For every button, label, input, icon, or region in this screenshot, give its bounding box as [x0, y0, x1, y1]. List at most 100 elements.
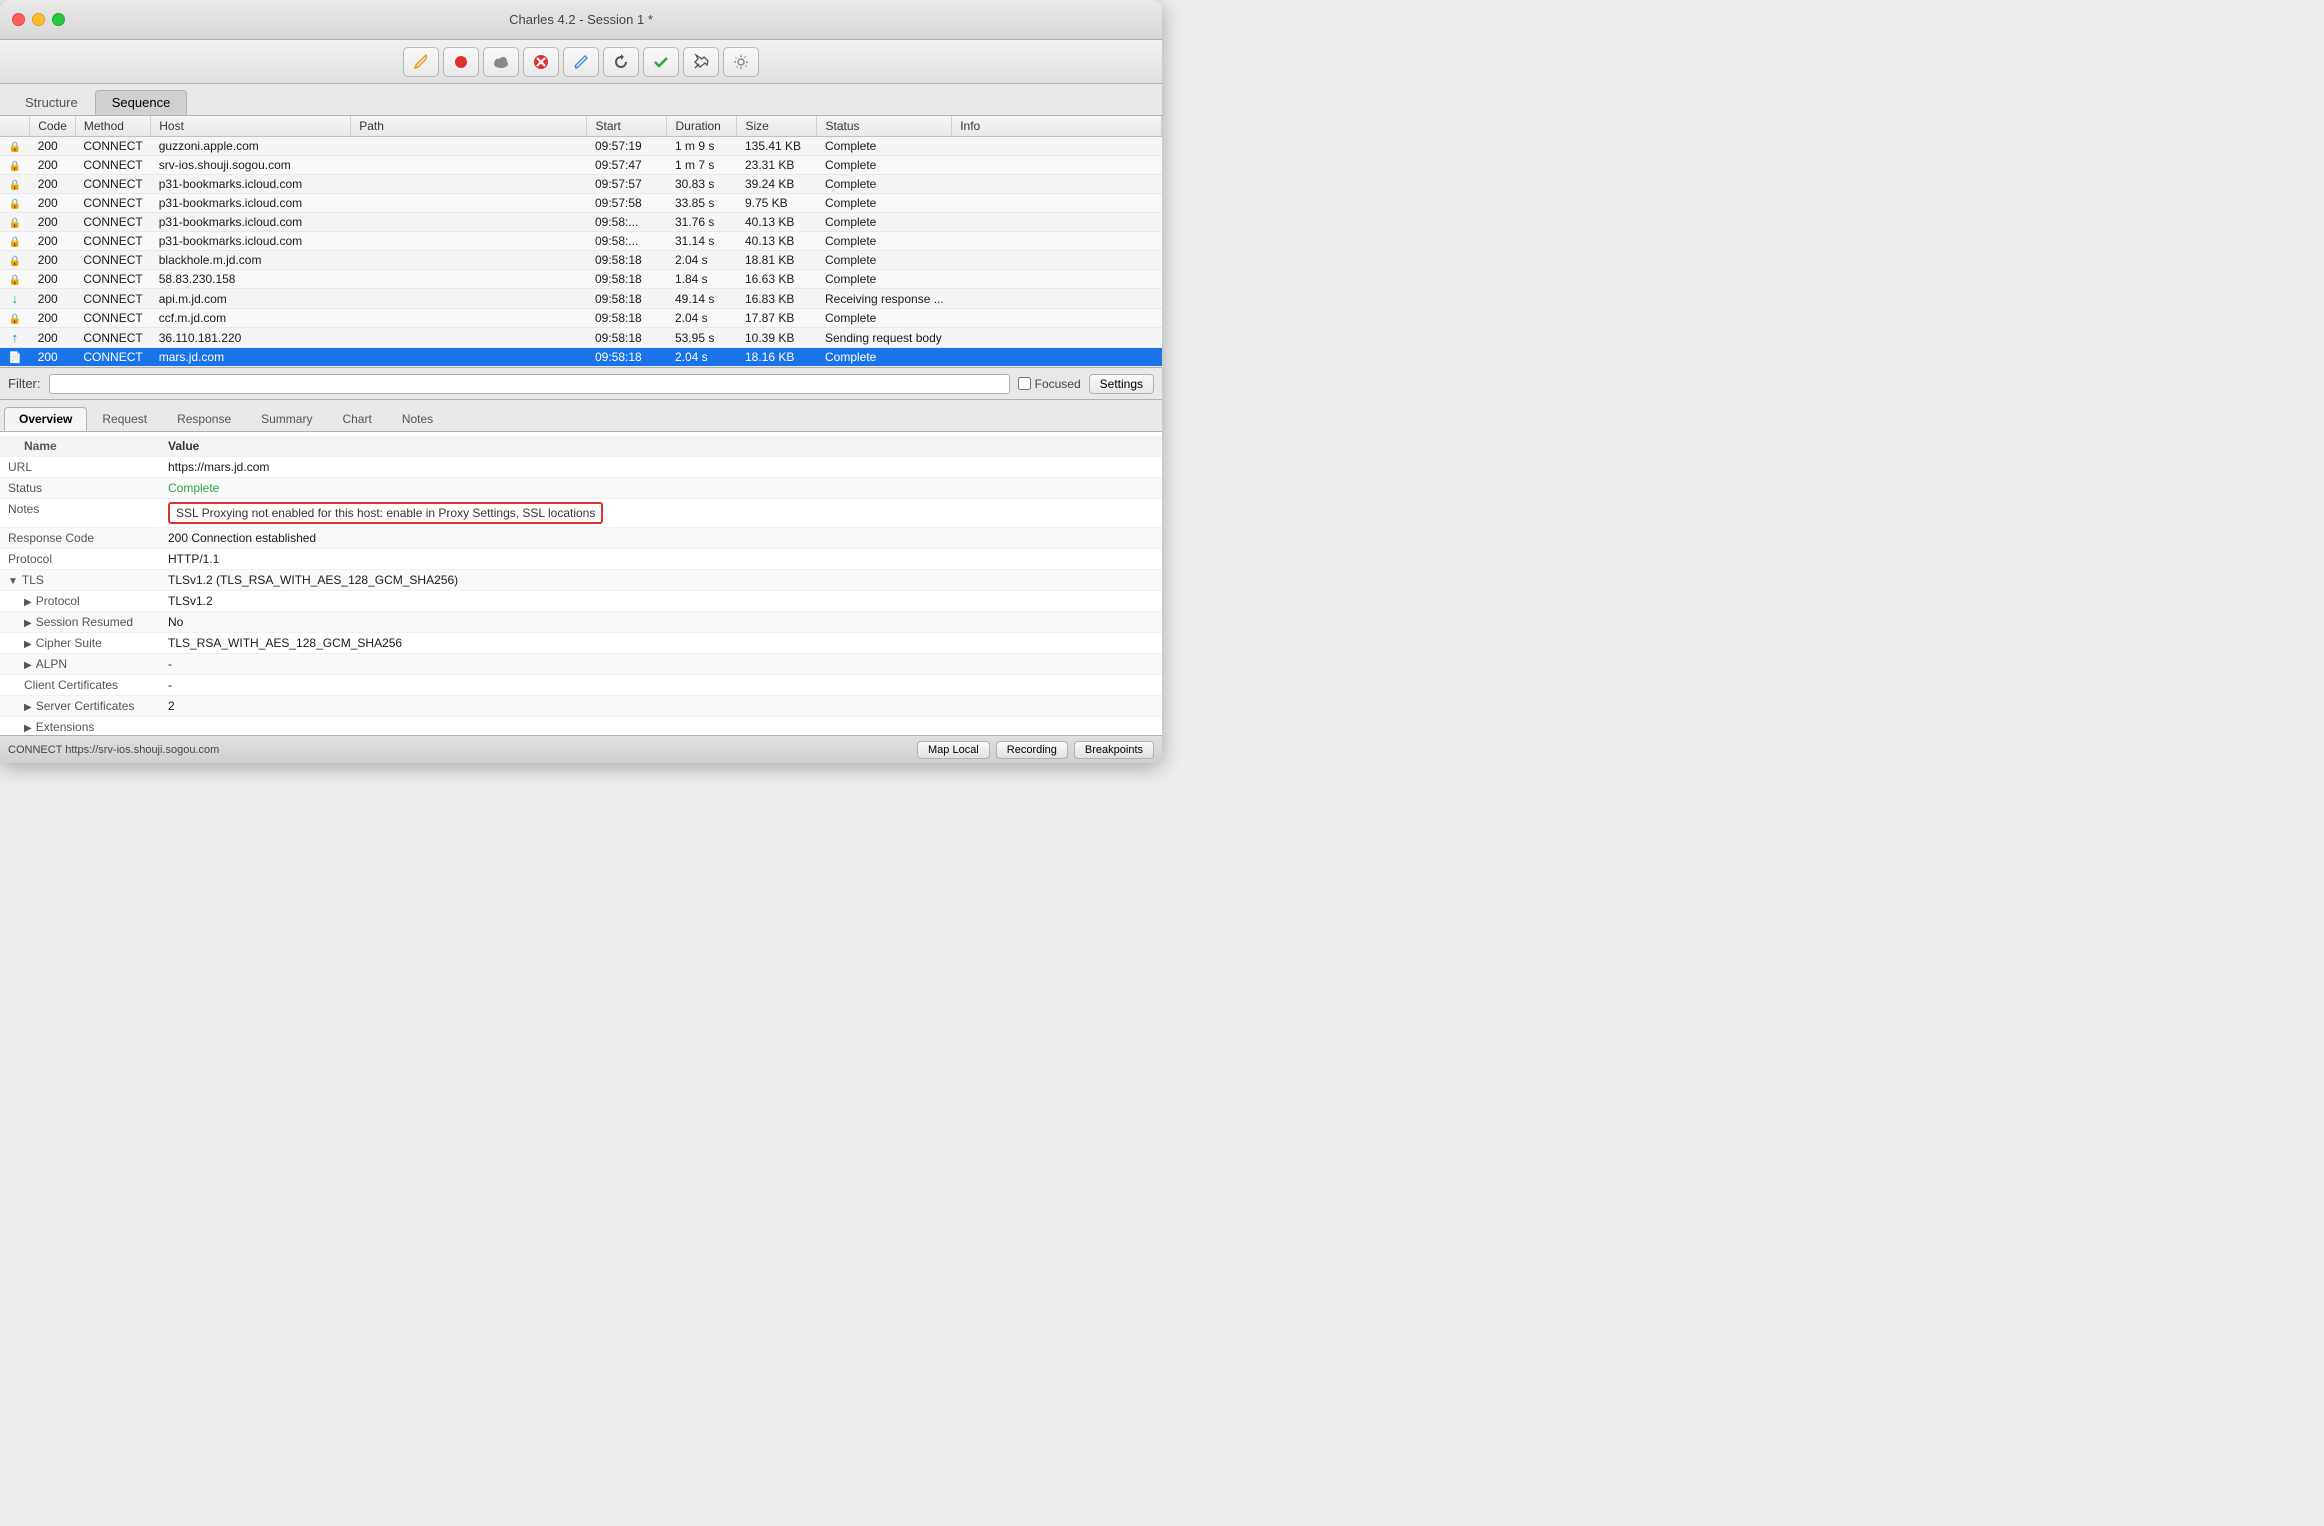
row-host: p31-bookmarks.icloud.com: [151, 213, 351, 232]
detail-row-name: Status: [0, 478, 160, 499]
table-row[interactable]: 🔒 200 CONNECT p31-bookmarks.icloud.com 0…: [0, 175, 1162, 194]
detail-row: ▶Cipher Suite TLS_RSA_WITH_AES_128_GCM_S…: [0, 633, 1162, 654]
detail-value: HTTP/1.1: [168, 552, 219, 566]
detail-row-value: SSL Proxying not enabled for this host: …: [160, 499, 1162, 528]
row-host: srv-ios.shouji.sogou.com: [151, 156, 351, 175]
expand-arrow[interactable]: ▶: [24, 597, 32, 608]
refresh-button[interactable]: [603, 47, 639, 77]
tab-structure[interactable]: Structure: [8, 90, 95, 115]
filter-focused-container: Focused: [1018, 377, 1081, 391]
row-duration: 2.04 s: [667, 348, 737, 367]
breakpoints-button[interactable]: Breakpoints: [1074, 741, 1154, 759]
table-row[interactable]: ↑ 200 CONNECT 36.110.181.220 09:58:18 53…: [0, 328, 1162, 348]
row-status: Complete: [817, 213, 952, 232]
tab-request[interactable]: Request: [87, 407, 162, 431]
row-size: 40.13 KB: [737, 232, 817, 251]
tab-chart[interactable]: Chart: [327, 407, 386, 431]
row-path: [351, 175, 587, 194]
detail-row-name: ▶Protocol: [0, 591, 160, 612]
row-host: mars.jd.com: [151, 348, 351, 367]
th-duration: Duration: [667, 116, 737, 137]
row-path: [351, 328, 587, 348]
tab-sequence[interactable]: Sequence: [95, 90, 188, 115]
expand-arrow[interactable]: ▶: [24, 702, 32, 713]
map-local-button[interactable]: Map Local: [917, 741, 990, 759]
tools-button[interactable]: [683, 47, 719, 77]
table-row[interactable]: 🔒 200 CONNECT 58.83.230.158 09:58:18 1.8…: [0, 270, 1162, 289]
detail-value: 2: [168, 699, 175, 713]
check-button[interactable]: [643, 47, 679, 77]
recording-button[interactable]: Recording: [996, 741, 1068, 759]
record-button[interactable]: [443, 47, 479, 77]
row-duration: 30.83 s: [667, 175, 737, 194]
detail-tabs: Overview Request Response Summary Chart …: [0, 400, 1162, 432]
pen-button[interactable]: [563, 47, 599, 77]
expand-arrow[interactable]: ▶: [24, 660, 32, 671]
cloud-button[interactable]: [483, 47, 519, 77]
row-code: 200: [30, 328, 76, 348]
row-info: [952, 175, 1162, 194]
row-path: [351, 289, 587, 309]
th-host: Host: [151, 116, 351, 137]
row-start: 09:58:...: [587, 232, 667, 251]
table-row[interactable]: 🔒 200 CONNECT ccf.m.jd.com 09:58:18 2.04…: [0, 309, 1162, 328]
table-row[interactable]: ↓ 200 CONNECT api.m.jd.com 09:58:18 49.1…: [0, 289, 1162, 309]
row-size: 10.39 KB: [737, 328, 817, 348]
tab-overview[interactable]: Overview: [4, 407, 87, 431]
detail-row: URL https://mars.jd.com: [0, 457, 1162, 478]
detail-row-value: https://mars.jd.com: [160, 457, 1162, 478]
row-start: 09:58:18: [587, 348, 667, 367]
table-row[interactable]: 🔒 200 CONNECT p31-bookmarks.icloud.com 0…: [0, 232, 1162, 251]
row-status: Sending request body: [817, 328, 952, 348]
detail-row-value: TLSv1.2: [160, 591, 1162, 612]
detail-value-col-header: Value: [160, 436, 1162, 457]
row-info: [952, 289, 1162, 309]
row-path: [351, 309, 587, 328]
row-size: 23.31 KB: [737, 156, 817, 175]
table-row[interactable]: 🔒 200 CONNECT blackhole.m.jd.com 09:58:1…: [0, 251, 1162, 270]
row-info: [952, 156, 1162, 175]
filter-input[interactable]: [49, 374, 1010, 394]
focused-checkbox[interactable]: [1018, 377, 1031, 390]
minimize-button[interactable]: [32, 13, 45, 26]
table-row[interactable]: 🔒 200 CONNECT p31-bookmarks.icloud.com 0…: [0, 213, 1162, 232]
gear-button[interactable]: [723, 47, 759, 77]
cloud-icon: [492, 55, 510, 69]
statusbar-url: CONNECT https://srv-ios.shouji.sogou.com: [8, 744, 911, 756]
close-button[interactable]: [12, 13, 25, 26]
expand-arrow[interactable]: ▶: [24, 723, 32, 734]
quill-button[interactable]: [403, 47, 439, 77]
table-row[interactable]: 🔒 200 CONNECT p31-bookmarks.icloud.com 0…: [0, 194, 1162, 213]
tab-summary[interactable]: Summary: [246, 407, 327, 431]
row-status: Complete: [817, 232, 952, 251]
detail-header: Name Value: [0, 436, 1162, 457]
lock-icon: 🔒: [9, 180, 21, 191]
row-start: 09:58:...: [587, 213, 667, 232]
detail-value: 200 Connection established: [168, 531, 316, 545]
row-status: Complete: [817, 270, 952, 289]
settings-button[interactable]: Settings: [1089, 374, 1154, 394]
row-start: 09:58:18: [587, 309, 667, 328]
lock-icon: 🔒: [9, 161, 21, 172]
expand-arrow[interactable]: ▶: [24, 618, 32, 629]
table-row[interactable]: 🔒 200 CONNECT guzzoni.apple.com 09:57:19…: [0, 137, 1162, 156]
detail-row-value: HTTP/1.1: [160, 549, 1162, 570]
stop-button[interactable]: [523, 47, 559, 77]
row-icon: 🔒: [0, 194, 30, 213]
expand-arrow[interactable]: ▶: [24, 639, 32, 650]
maximize-button[interactable]: [52, 13, 65, 26]
row-duration: 2.04 s: [667, 251, 737, 270]
table-row[interactable]: 📄 200 CONNECT mars.jd.com 09:58:18 2.04 …: [0, 348, 1162, 367]
row-method: CONNECT: [75, 270, 150, 289]
row-start: 09:57:47: [587, 156, 667, 175]
row-path: [351, 232, 587, 251]
record-icon: [454, 55, 468, 69]
detail-row-name: Notes: [0, 499, 160, 528]
row-method: CONNECT: [75, 251, 150, 270]
detail-value: https://mars.jd.com: [168, 460, 269, 474]
tab-response[interactable]: Response: [162, 407, 246, 431]
collapse-arrow[interactable]: ▼: [8, 576, 18, 587]
tab-notes[interactable]: Notes: [387, 407, 448, 431]
table-row[interactable]: 🔒 200 CONNECT srv-ios.shouji.sogou.com 0…: [0, 156, 1162, 175]
stop-icon: [533, 54, 549, 70]
